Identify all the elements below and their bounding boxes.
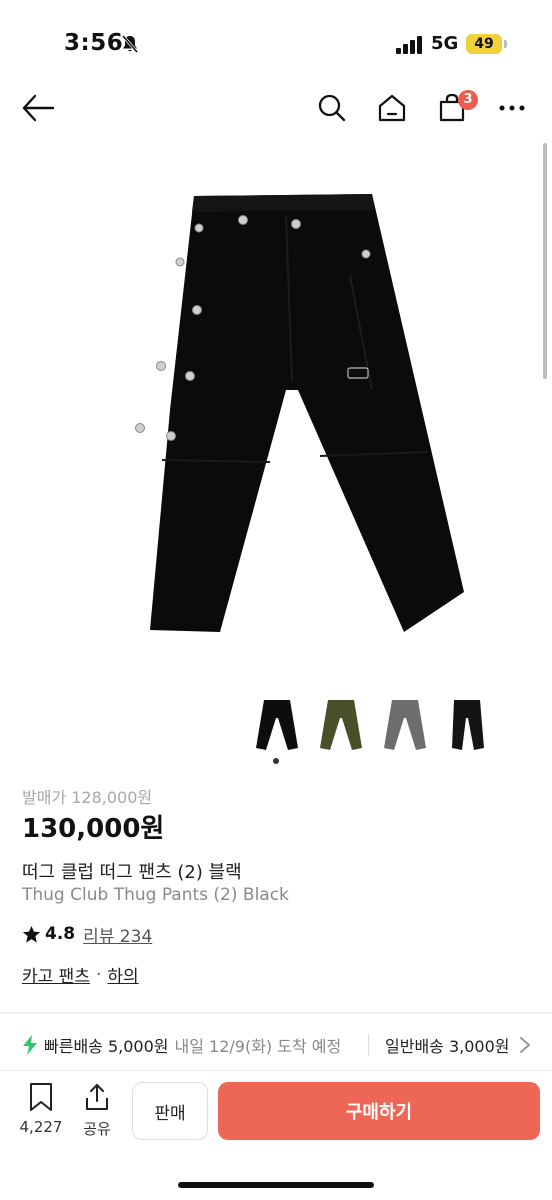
rating-row: 4.8 리뷰 234 (22, 922, 152, 947)
search-button[interactable] (312, 88, 352, 128)
category-link-cargo-pants[interactable]: 카고 팬츠 (22, 962, 90, 987)
review-link[interactable]: 리뷰 234 (83, 922, 152, 947)
like-button[interactable]: 4,227 (14, 1082, 68, 1138)
more-icon (499, 105, 525, 111)
signal-icon (396, 36, 422, 54)
selected-color-indicator (273, 758, 279, 764)
cart-count-badge: 3 (458, 90, 478, 110)
normal-shipping-label[interactable]: 일반배송 3,000원 (385, 1033, 510, 1057)
chevron-right-icon[interactable] (518, 1036, 532, 1054)
status-time: 3:56 (64, 30, 124, 56)
share-icon (86, 1084, 108, 1110)
rating-value: 4.8 (45, 924, 76, 944)
scroll-indicator[interactable] (543, 143, 547, 379)
network-type: 5G (431, 33, 459, 54)
battery-tip (504, 40, 507, 48)
sale-price: 130,000원 (22, 814, 165, 844)
category-breadcrumb: 카고 팬츠 · 하의 (22, 962, 139, 988)
product-title-english: Thug Club Thug Pants (2) Black (22, 885, 289, 905)
color-option-gray[interactable] (380, 698, 430, 752)
bookmark-icon (30, 1083, 52, 1111)
share-button[interactable]: 공유 (72, 1082, 122, 1138)
fast-shipping-label: 빠른배송 5,000원 (44, 1037, 169, 1056)
section-divider (0, 1012, 552, 1014)
fast-shipping-option[interactable]: 빠른배송 5,000원 내일 12/9(화) 도착 예정 (22, 1033, 341, 1057)
star-icon (22, 925, 41, 943)
battery-indicator: 49 (466, 34, 502, 54)
shipping-divider (368, 1034, 369, 1056)
more-button[interactable] (492, 88, 532, 128)
search-icon (318, 94, 346, 122)
buy-button[interactable]: 구매하기 (218, 1082, 540, 1140)
original-price: 발매가 128,000원 (22, 788, 153, 807)
home-indicator[interactable] (178, 1182, 374, 1188)
color-option-olive[interactable] (316, 698, 366, 752)
product-image[interactable] (110, 180, 470, 640)
bottom-bar-divider (0, 1070, 552, 1071)
lightning-bolt-icon (23, 1035, 37, 1055)
bell-slash-icon (121, 35, 139, 53)
fast-shipping-eta: 내일 12/9(화) 도착 예정 (174, 1037, 342, 1056)
sell-button[interactable]: 판매 (132, 1082, 208, 1140)
category-link-bottoms[interactable]: 하의 (107, 962, 138, 987)
share-label: 공유 (83, 1120, 111, 1138)
category-separator: · (95, 964, 102, 985)
like-count: 4,227 (19, 1118, 63, 1136)
home-icon (378, 94, 406, 122)
color-option-black-2[interactable] (444, 698, 494, 752)
color-option-black-1[interactable] (252, 698, 302, 752)
back-arrow-icon (22, 94, 55, 122)
product-title-korean: 떠그 클럽 떠그 팬츠 (2) 블랙 (22, 862, 242, 883)
back-button[interactable] (18, 88, 58, 128)
home-button[interactable] (372, 88, 412, 128)
status-bar: 3:56 5G 49 (0, 0, 552, 88)
